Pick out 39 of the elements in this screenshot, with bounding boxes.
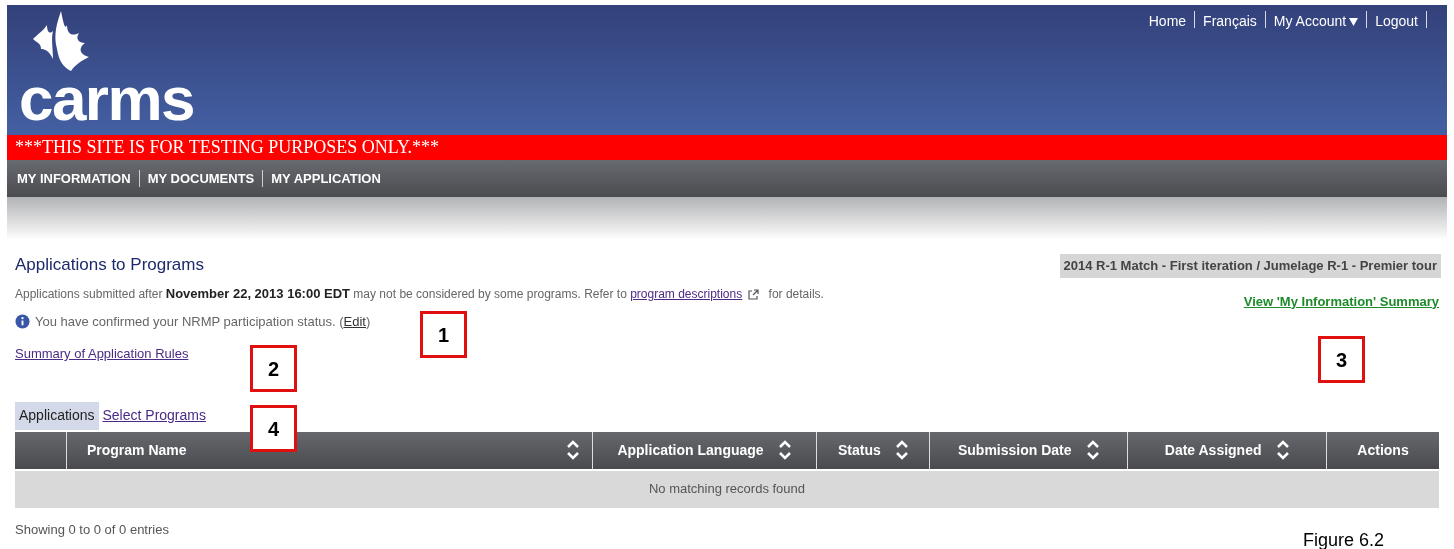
information-summary-link[interactable]: View 'My Information' Summary xyxy=(1243,291,1439,311)
nav-link[interactable]: MY DOCUMENTS xyxy=(147,168,255,189)
top-link[interactable]: Logout xyxy=(1375,11,1418,32)
external-link-icon xyxy=(748,289,760,301)
callout-label: 3 xyxy=(1318,336,1365,383)
tab[interactable]: Applications xyxy=(15,401,99,430)
sort-icon[interactable] xyxy=(894,439,909,461)
sort-icon[interactable] xyxy=(777,439,792,461)
deadline-notice: Applications submitted after November 22, 2013 16:00 EDT may not be considered by some programs. Refer to program descriptions for details. xyxy=(15,285,824,303)
tab[interactable]: Select Programs xyxy=(98,401,210,430)
test-site-banner: ***THIS SITE IS FOR TESTING PURPOSES ONLY.*** xyxy=(7,135,1447,160)
logo-wordmark: carms xyxy=(19,71,194,127)
column-header[interactable]: Status xyxy=(816,431,930,469)
column-header[interactable]: Date Assigned xyxy=(1127,431,1327,469)
match-iteration-label: 2014 R-1 Match - First iteration / Jumelage R-1 - Premier tour xyxy=(1059,254,1441,278)
sort-icon[interactable] xyxy=(1085,439,1100,461)
top-link[interactable]: Home xyxy=(1148,11,1187,32)
table-entries-info: Showing 0 to 0 of 0 entries xyxy=(15,520,170,539)
column-header[interactable]: Application Language xyxy=(591,431,817,469)
sort-icon[interactable] xyxy=(1275,439,1290,461)
callout-label: 4 xyxy=(250,405,297,452)
column-header[interactable]: Submission Date xyxy=(929,431,1128,469)
empty-table-message: No matching records found xyxy=(15,470,1439,508)
caret-icon[interactable] xyxy=(1349,17,1359,26)
callout-label: 1 xyxy=(420,311,467,358)
nav-link[interactable]: MY APPLICATION xyxy=(271,168,381,189)
sort-icon[interactable] xyxy=(565,439,580,461)
info-icon xyxy=(15,313,30,329)
edit-link[interactable]: Edit xyxy=(343,313,366,329)
column-header: Actions xyxy=(1326,431,1439,469)
program-descriptions-link[interactable]: program descriptions xyxy=(630,287,743,301)
callout-label: 2 xyxy=(250,345,297,392)
nrmp-status-notice: You have confirmed your NRMP participation status. (Edit) xyxy=(35,312,371,331)
figure-caption: Figure 6.2 xyxy=(1303,529,1385,549)
top-link[interactable]: My Account xyxy=(1273,11,1359,32)
top-link[interactable]: Français xyxy=(1203,11,1257,32)
application-rules-link[interactable]: Summary of Application Rules xyxy=(15,344,189,364)
page-title: Applications to Programs xyxy=(15,254,205,276)
nav-link[interactable]: MY INFORMATION xyxy=(17,168,131,189)
